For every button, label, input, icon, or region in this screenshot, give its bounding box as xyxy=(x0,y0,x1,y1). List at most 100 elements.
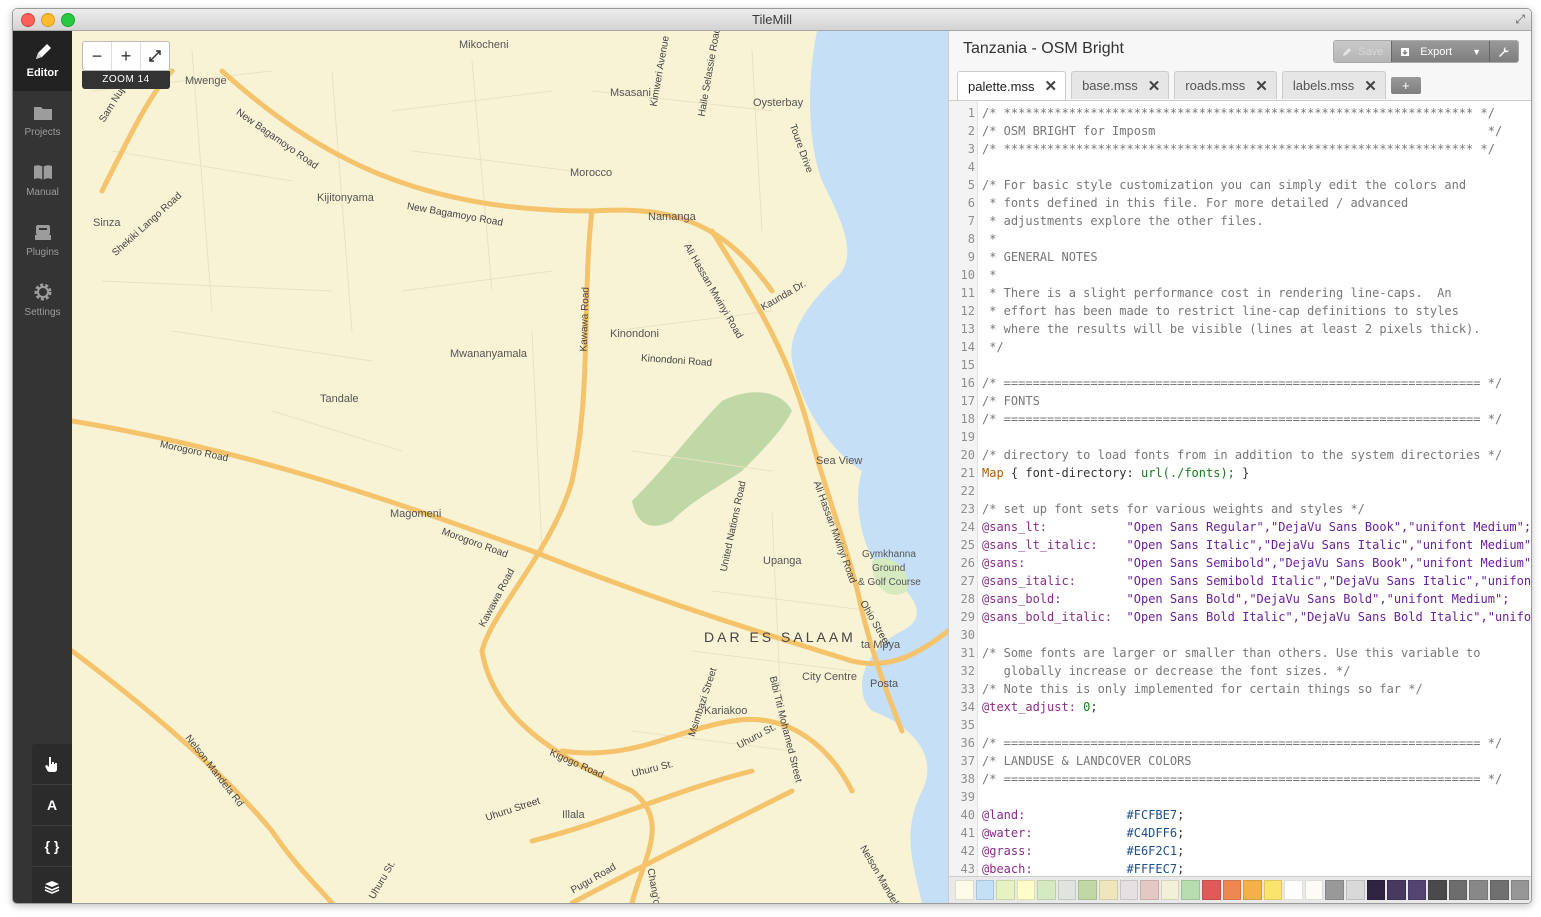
color-swatch[interactable] xyxy=(1160,880,1180,900)
layers-icon[interactable] xyxy=(32,867,72,903)
color-swatch[interactable] xyxy=(1201,880,1221,900)
code-line[interactable]: 24 @sans_lt: "Open Sans Regular","DejaVu … xyxy=(949,518,1531,536)
code-line[interactable]: 20 /* directory to load fonts from in add… xyxy=(949,446,1531,464)
map-view[interactable]: Mikocheni Mwenge Msasani Oysterbay Sam N… xyxy=(72,31,948,903)
close-tab-icon[interactable]: ✕ xyxy=(1364,77,1377,95)
code-line[interactable]: 38 /* ===================================… xyxy=(949,770,1531,788)
code-line[interactable]: 4 xyxy=(949,158,1531,176)
color-swatch[interactable] xyxy=(1140,880,1159,900)
color-swatch[interactable] xyxy=(1222,880,1242,900)
color-swatch[interactable] xyxy=(1325,880,1344,900)
export-button[interactable]: Export ▼ xyxy=(1392,41,1490,62)
color-swatch[interactable] xyxy=(1469,880,1489,900)
code-line[interactable]: 13 * where the results will be visible (… xyxy=(949,320,1531,338)
code-line[interactable]: 7 * adjustments explore the other files. xyxy=(949,212,1531,230)
code-line[interactable]: 26 @sans: "Open Sans Semibold","DejaVu Sa… xyxy=(949,554,1531,572)
color-swatch[interactable] xyxy=(1016,880,1036,900)
code-line[interactable]: 11 * There is a slight performance cost … xyxy=(949,284,1531,302)
code-line[interactable]: 12 * effort has been made to restrict li… xyxy=(949,302,1531,320)
color-swatch[interactable] xyxy=(1181,880,1200,900)
color-swatch[interactable] xyxy=(1263,880,1283,900)
close-tab-icon[interactable]: ✕ xyxy=(1255,77,1268,95)
code-line[interactable]: 37 /* LANDUSE & LANDCOVER COLORS xyxy=(949,752,1531,770)
zoom-out-button[interactable]: − xyxy=(83,42,112,70)
code-line[interactable]: 29 @sans_bold_italic: "Open Sans Bold Ita… xyxy=(949,608,1531,626)
color-swatch[interactable] xyxy=(1099,880,1118,900)
color-swatch[interactable] xyxy=(1345,880,1365,900)
code-line[interactable]: 18 /* ===================================… xyxy=(949,410,1531,428)
close-tab-icon[interactable]: ✕ xyxy=(1044,77,1057,95)
color-swatch[interactable] xyxy=(996,880,1015,900)
tab-palette-mss[interactable]: palette.mss ✕ xyxy=(957,71,1067,100)
code-line[interactable]: 2 /* OSM BRIGHT for Imposm */ xyxy=(949,122,1531,140)
code-line[interactable]: 6 * fonts defined in this file. For more… xyxy=(949,194,1531,212)
code-line[interactable]: 1 /* ************************************… xyxy=(949,104,1531,122)
braces-icon[interactable]: { } xyxy=(32,826,72,867)
color-swatch[interactable] xyxy=(1243,880,1262,900)
code-line[interactable]: 28 @sans_bold: "Open Sans Bold","DejaVu S… xyxy=(949,590,1531,608)
add-stylesheet-button[interactable]: + xyxy=(1390,77,1421,94)
code-line[interactable]: 9 * GENERAL NOTES xyxy=(949,248,1531,266)
sidebar-item-settings[interactable]: Settings xyxy=(13,271,72,331)
code-line[interactable]: 17 /* FONTS xyxy=(949,392,1531,410)
map-canvas[interactable] xyxy=(72,31,948,903)
color-swatch[interactable] xyxy=(1448,880,1468,900)
color-swatch[interactable] xyxy=(975,880,995,900)
fullscreen-icon[interactable]: ⤢ xyxy=(1515,12,1525,27)
chevron-down-icon[interactable]: ▼ xyxy=(1472,47,1481,57)
color-swatch[interactable] xyxy=(1119,880,1139,900)
save-button[interactable]: Save xyxy=(1334,41,1393,62)
font-icon[interactable]: A xyxy=(32,785,72,826)
sidebar-item-plugins[interactable]: Plugins xyxy=(13,211,72,271)
code-line[interactable]: 3 /* ************************************… xyxy=(949,140,1531,158)
code-line[interactable]: 23 /* set up font sets for various weight… xyxy=(949,500,1531,518)
code-line[interactable]: 36 /* ===================================… xyxy=(949,734,1531,752)
hand-pointer-icon[interactable] xyxy=(32,744,72,785)
code-line[interactable]: 27 @sans_italic: "Open Sans Semibold Ital… xyxy=(949,572,1531,590)
fullscreen-map-button[interactable] xyxy=(141,42,169,70)
code-line[interactable]: 32 globally increase or decrease the fon… xyxy=(949,662,1531,680)
project-settings-button[interactable] xyxy=(1490,41,1518,62)
color-swatch[interactable] xyxy=(1284,880,1303,900)
color-swatch[interactable] xyxy=(1407,880,1427,900)
code-line[interactable]: 31 /* Some fonts are larger or smaller th… xyxy=(949,644,1531,662)
tab-labels-mss[interactable]: labels.mss ✕ xyxy=(1281,71,1386,99)
sidebar-item-manual[interactable]: Manual xyxy=(13,151,72,211)
code-line[interactable]: 41 @water: #C4DFF6; xyxy=(949,824,1531,842)
tab-roads-mss[interactable]: roads.mss ✕ xyxy=(1174,71,1277,99)
color-swatch[interactable] xyxy=(1428,880,1447,900)
code-line[interactable]: 33 /* Note this is only implemented for c… xyxy=(949,680,1531,698)
code-line[interactable]: 10 * xyxy=(949,266,1531,284)
color-swatch[interactable] xyxy=(1304,880,1324,900)
sidebar-item-projects[interactable]: Projects xyxy=(13,91,72,151)
color-swatch[interactable] xyxy=(1078,880,1098,900)
color-swatch[interactable] xyxy=(1057,880,1077,900)
code-line[interactable]: 21 Map { font-directory: url(./fonts); } xyxy=(949,464,1531,482)
code-area[interactable]: 1 /* ************************************… xyxy=(949,100,1531,877)
code-line[interactable]: 16 /* ===================================… xyxy=(949,374,1531,392)
color-swatch[interactable] xyxy=(1490,880,1509,900)
code-line[interactable]: 19 xyxy=(949,428,1531,446)
sidebar-item-editor[interactable]: Editor xyxy=(13,31,72,91)
code-line[interactable]: 39 xyxy=(949,788,1531,806)
code-line[interactable]: 5 /* For basic style customization you ca… xyxy=(949,176,1531,194)
code-line[interactable]: 30 xyxy=(949,626,1531,644)
code-line[interactable]: 22 xyxy=(949,482,1531,500)
color-swatch[interactable] xyxy=(955,880,974,900)
color-swatch[interactable] xyxy=(1366,880,1386,900)
color-swatch[interactable] xyxy=(1510,880,1530,900)
code-line[interactable]: 43 @beach: #FFFEC7; xyxy=(949,860,1531,877)
code-line[interactable]: 15 xyxy=(949,356,1531,374)
color-swatch[interactable] xyxy=(1037,880,1056,900)
code-line[interactable]: 40 @land: #FCFBE7; xyxy=(949,806,1531,824)
code-line[interactable]: 35 xyxy=(949,716,1531,734)
zoom-in-button[interactable]: + xyxy=(112,42,141,70)
close-tab-icon[interactable]: ✕ xyxy=(1148,77,1161,95)
code-line[interactable]: 8 * xyxy=(949,230,1531,248)
code-line[interactable]: 14 */ xyxy=(949,338,1531,356)
code-line[interactable]: 25 @sans_lt_italic: "Open Sans Italic","D… xyxy=(949,536,1531,554)
code-line[interactable]: 34 @text_adjust: 0; xyxy=(949,698,1531,716)
color-swatch[interactable] xyxy=(1387,880,1406,900)
code-line[interactable]: 42 @grass: #E6F2C1; xyxy=(949,842,1531,860)
tab-base-mss[interactable]: base.mss ✕ xyxy=(1071,71,1170,99)
